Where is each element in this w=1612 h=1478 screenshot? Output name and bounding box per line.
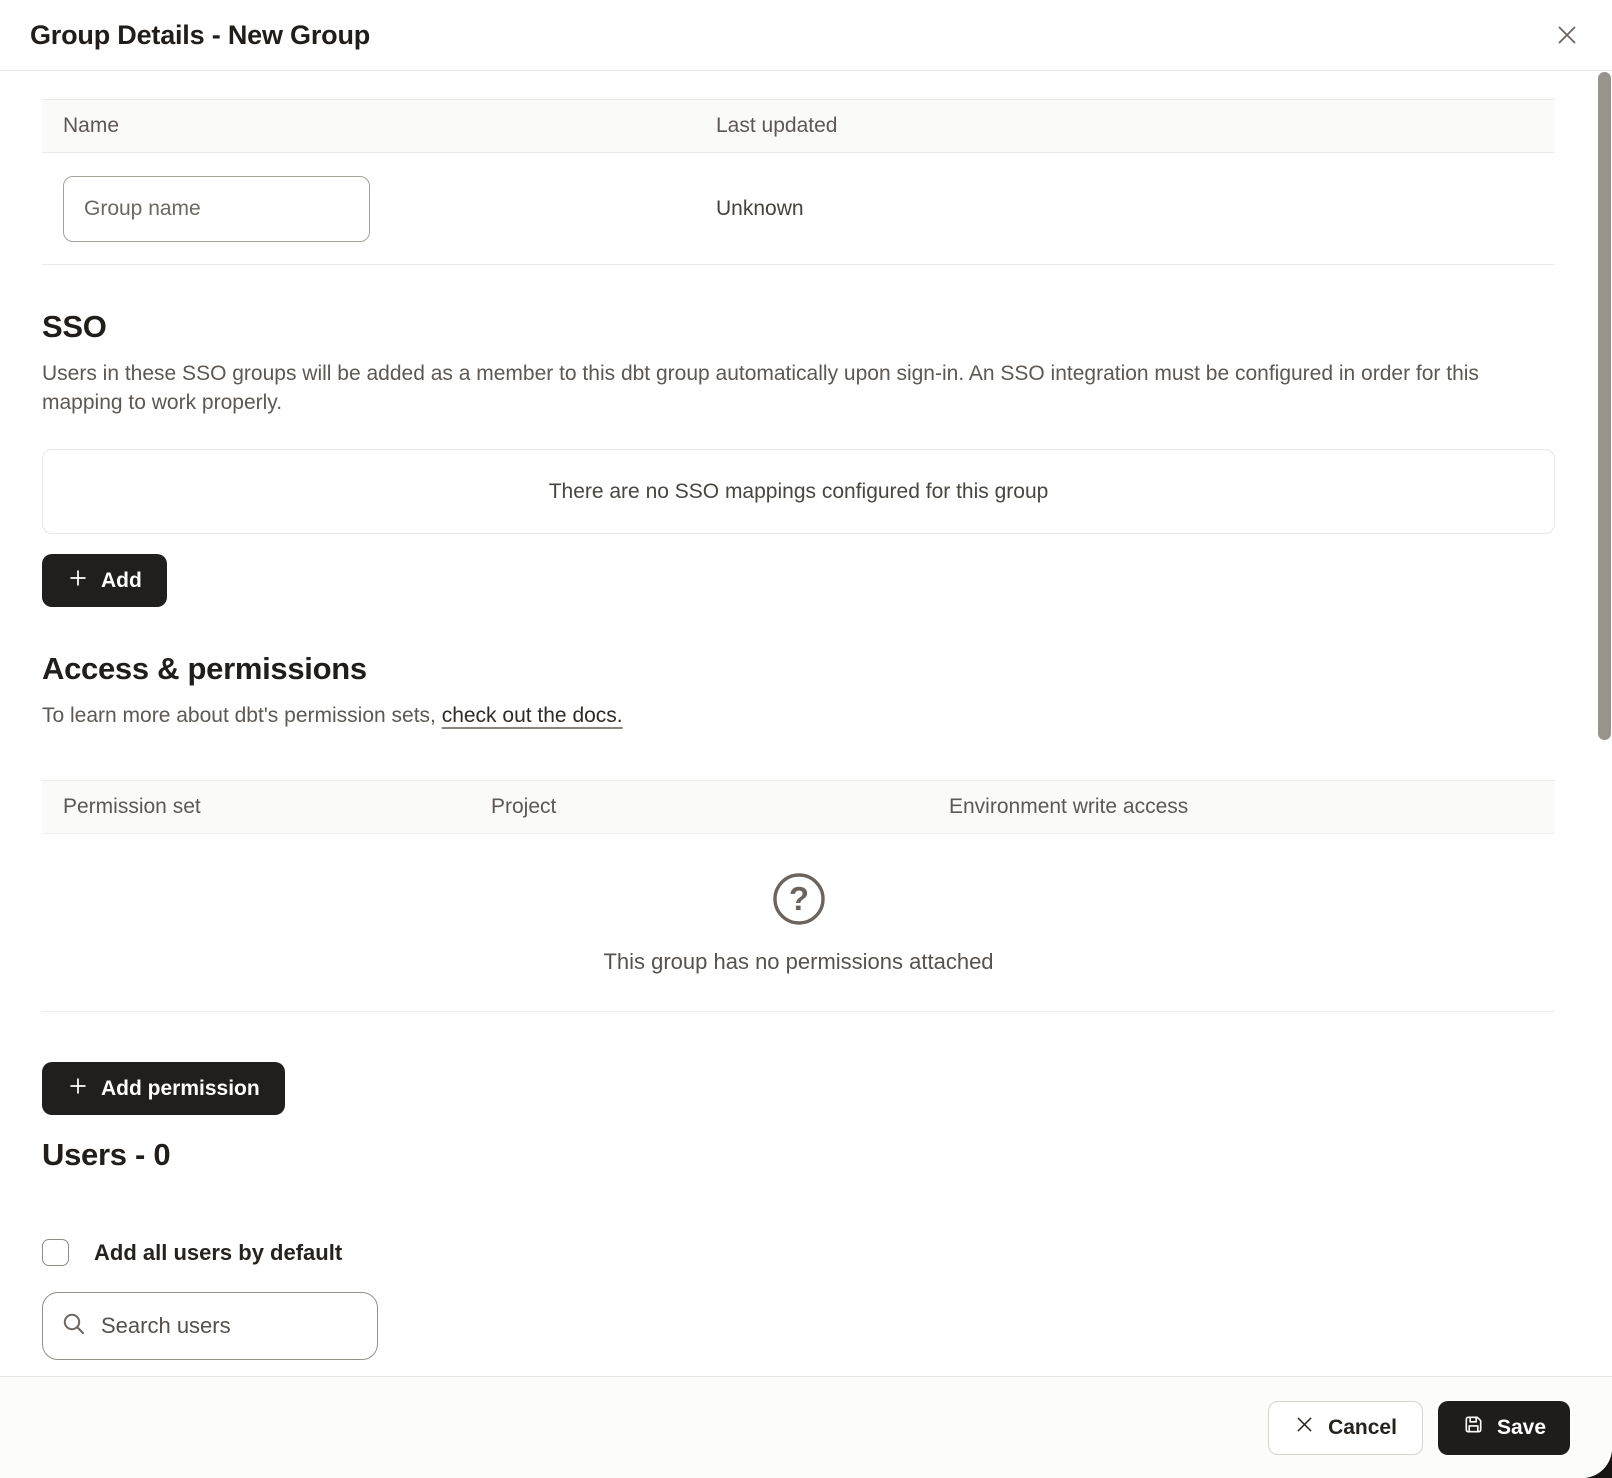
group-name-table: Name Last updated Unknown [42, 99, 1555, 265]
modal-header: Group Details - New Group [0, 0, 1612, 71]
svg-text:?: ? [788, 880, 808, 917]
close-icon [1555, 23, 1579, 50]
column-header-project: Project [491, 795, 949, 819]
sso-empty-state: There are no SSO mappings configured for… [42, 449, 1555, 534]
access-permissions-description: To learn more about dbt's permission set… [42, 701, 1547, 730]
group-name-cell [63, 176, 716, 242]
search-users-input[interactable] [101, 1293, 389, 1359]
add-all-users-label[interactable]: Add all users by default [94, 1240, 342, 1266]
permissions-table-header: Permission set Project Environment write… [42, 781, 1555, 834]
permissions-empty-state: ? This group has no permissions attached [42, 834, 1555, 1012]
save-label: Save [1497, 1416, 1546, 1440]
add-all-users-row: Add all users by default [42, 1239, 1555, 1266]
modal-body: Name Last updated Unknown SSO Users in t… [0, 99, 1612, 1360]
group-name-input[interactable] [63, 176, 370, 242]
plus-icon [67, 567, 89, 595]
add-all-users-checkbox[interactable] [42, 1239, 69, 1266]
name-table-row: Unknown [42, 153, 1555, 265]
modal-title: Group Details - New Group [30, 20, 370, 51]
plus-icon [67, 1075, 89, 1103]
add-permission-button[interactable]: Add permission [42, 1062, 285, 1115]
modal-footer: Cancel Save [0, 1376, 1612, 1478]
close-button[interactable] [1548, 17, 1586, 55]
add-sso-mapping-button[interactable]: Add [42, 554, 167, 607]
sso-heading: SSO [42, 309, 1555, 345]
add-sso-mapping-label: Add [101, 569, 142, 593]
sso-empty-message: There are no SSO mappings configured for… [549, 480, 1049, 504]
floppy-disk-icon [1462, 1413, 1485, 1442]
cancel-button[interactable]: Cancel [1268, 1401, 1423, 1455]
scrollbar-thumb[interactable] [1598, 72, 1611, 740]
docs-link[interactable]: check out the docs. [442, 704, 623, 727]
permissions-description-text: To learn more about dbt's permission set… [42, 704, 442, 727]
search-icon [61, 1311, 87, 1342]
question-circle-icon: ? [771, 871, 827, 932]
last-updated-value: Unknown [716, 197, 1555, 221]
permissions-empty-message: This group has no permissions attached [603, 949, 993, 975]
search-users-field[interactable] [42, 1292, 378, 1360]
cancel-x-icon [1294, 1414, 1315, 1441]
cancel-label: Cancel [1328, 1416, 1397, 1440]
permissions-table: Permission set Project Environment write… [42, 780, 1555, 1012]
save-button[interactable]: Save [1438, 1401, 1570, 1455]
column-header-name: Name [63, 114, 716, 138]
column-header-last-updated: Last updated [716, 114, 1555, 138]
users-heading: Users - 0 [42, 1137, 1555, 1173]
sso-description: Users in these SSO groups will be added … [42, 359, 1547, 417]
column-header-environment-write-access: Environment write access [949, 795, 1555, 819]
column-header-permission-set: Permission set [63, 795, 491, 819]
access-permissions-heading: Access & permissions [42, 651, 1555, 687]
add-permission-label: Add permission [101, 1077, 260, 1101]
name-table-header: Name Last updated [42, 100, 1555, 153]
group-details-modal: Group Details - New Group Name Last upda… [0, 0, 1612, 1478]
